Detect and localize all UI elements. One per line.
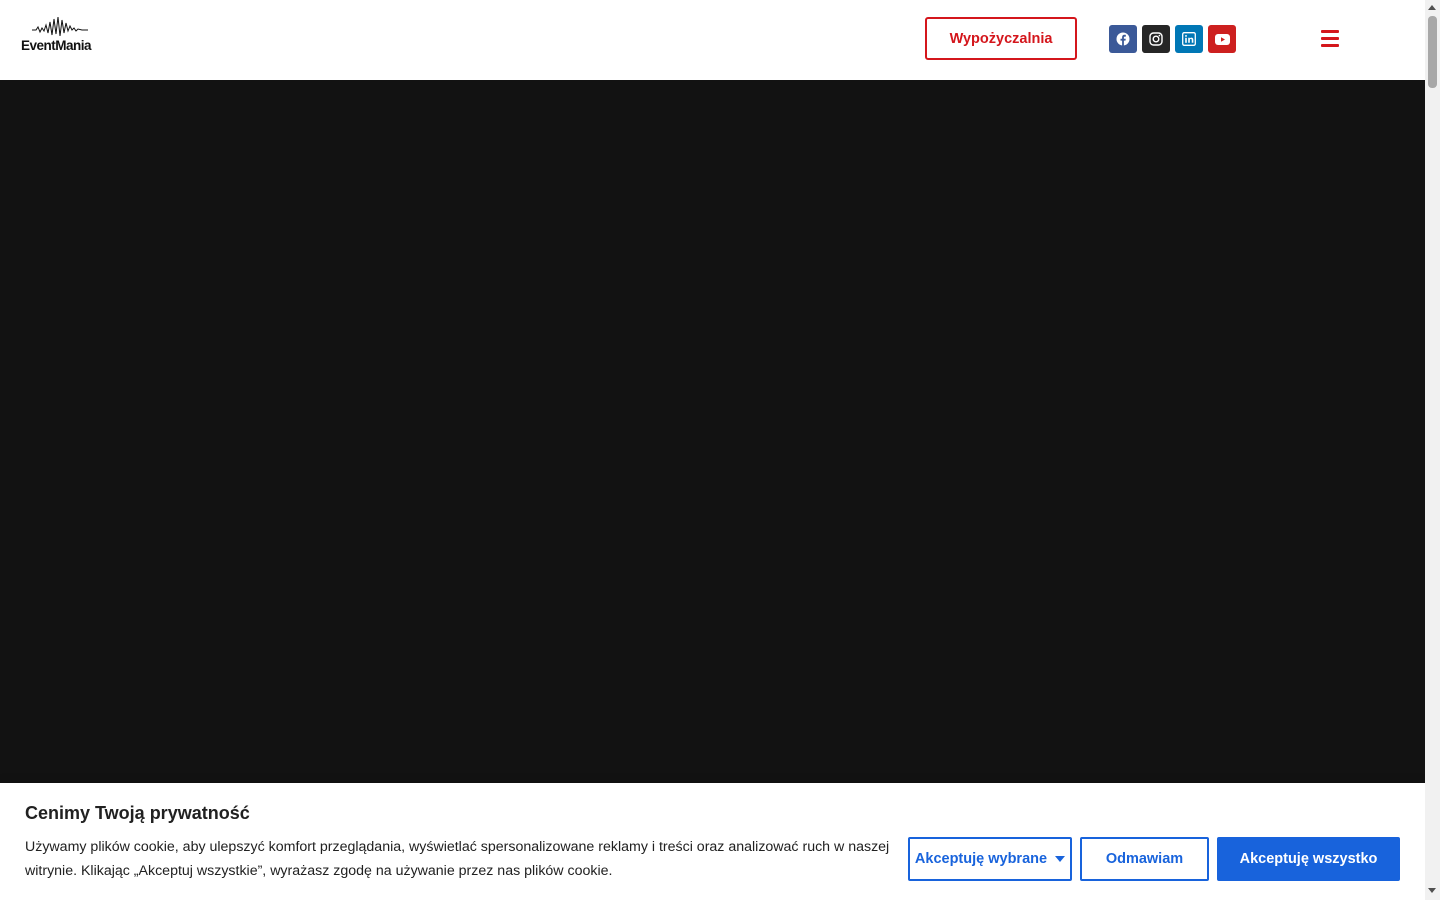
scroll-down-arrow-icon[interactable]	[1428, 888, 1436, 893]
accept-selected-button[interactable]: Akceptuję wybrane	[908, 837, 1072, 881]
youtube-link[interactable]	[1208, 25, 1236, 53]
page: EventMania Wypożyczalnia Cenimy Twoją pr…	[0, 0, 1425, 900]
hamburger-menu-icon[interactable]	[1319, 29, 1343, 49]
linkedin-link[interactable]	[1175, 25, 1203, 53]
logo-wordmark: EventMania	[21, 38, 92, 53]
site-logo[interactable]: EventMania	[20, 16, 100, 56]
scroll-thumb[interactable]	[1428, 16, 1437, 88]
cookie-banner-title: Cenimy Twoją prywatność	[25, 803, 250, 823]
instagram-icon	[1149, 32, 1163, 46]
facebook-link[interactable]	[1109, 25, 1137, 53]
cookie-banner-description: Używamy plików cookie, aby ulepszyć komf…	[25, 839, 890, 879]
cookie-consent-banner: Cenimy Twoją prywatność Używamy plików c…	[0, 783, 1425, 900]
facebook-icon	[1116, 32, 1130, 46]
site-header: EventMania Wypożyczalnia	[0, 0, 1425, 80]
caret-down-icon	[1055, 856, 1066, 862]
hero-video-area	[0, 80, 1425, 790]
instagram-link[interactable]	[1142, 25, 1170, 53]
rental-button[interactable]: Wypożyczalnia	[925, 17, 1077, 60]
page-scrollbar[interactable]	[1425, 0, 1440, 900]
accept-all-button[interactable]: Akceptuję wszystko	[1217, 837, 1400, 881]
scroll-up-arrow-icon[interactable]	[1428, 5, 1436, 10]
reject-button[interactable]: Odmawiam	[1080, 837, 1209, 881]
linkedin-icon	[1182, 32, 1196, 46]
youtube-icon	[1214, 33, 1230, 45]
soundwave-logo-icon	[32, 16, 88, 37]
accept-selected-label: Akceptuję wybrane	[914, 851, 1048, 867]
